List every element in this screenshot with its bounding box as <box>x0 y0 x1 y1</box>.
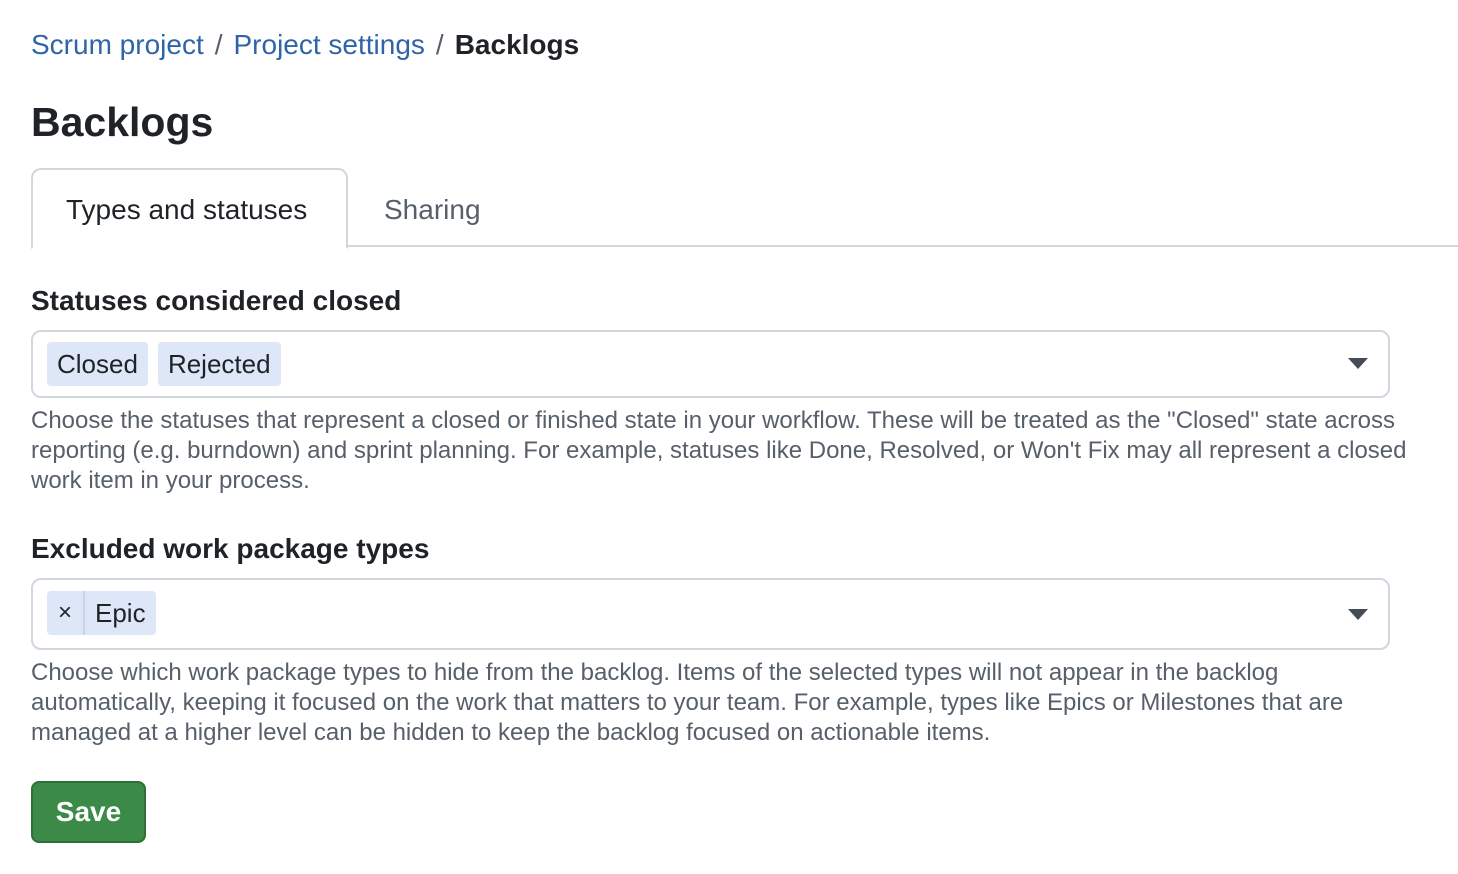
tab-sharing[interactable]: Sharing <box>349 168 516 247</box>
page-title: Backlogs <box>31 99 214 145</box>
breadcrumb-link-scrum-project[interactable]: Scrum project <box>31 29 204 60</box>
chip-label: Epic <box>95 598 146 628</box>
close-icon[interactable]: × <box>47 591 85 635</box>
breadcrumb-separator: / <box>214 29 223 60</box>
breadcrumb-current: Backlogs <box>454 29 580 60</box>
tab-types-and-statuses[interactable]: Types and statuses <box>31 168 348 249</box>
status-chip-rejected[interactable]: Rejected <box>157 342 281 386</box>
closed-statuses-label: Statuses considered closed <box>31 285 402 316</box>
excluded-types-help: Choose which work package types to hide … <box>31 659 1344 746</box>
selected-chips: × Epic <box>47 591 156 635</box>
tab-bar: Types and statuses Sharing <box>31 168 1458 249</box>
status-chip-closed[interactable]: Closed <box>47 342 148 386</box>
caret-down-icon[interactable] <box>1348 609 1368 620</box>
closed-statuses-select[interactable]: Closed Rejected <box>31 330 1390 398</box>
excluded-types-select[interactable]: × Epic <box>31 578 1390 650</box>
breadcrumb-link-project-settings[interactable]: Project settings <box>234 29 425 60</box>
selected-chips: Closed Rejected <box>47 342 281 386</box>
save-button[interactable]: Save <box>31 781 146 843</box>
type-chip-epic: × Epic <box>47 591 156 635</box>
caret-down-icon[interactable] <box>1348 358 1368 369</box>
closed-statuses-help: Choose the statuses that represent a clo… <box>31 407 1407 494</box>
excluded-types-label: Excluded work package types <box>31 533 430 564</box>
breadcrumb: Scrum project / Project settings / Backlogs <box>31 27 579 63</box>
breadcrumb-separator: / <box>435 29 444 60</box>
